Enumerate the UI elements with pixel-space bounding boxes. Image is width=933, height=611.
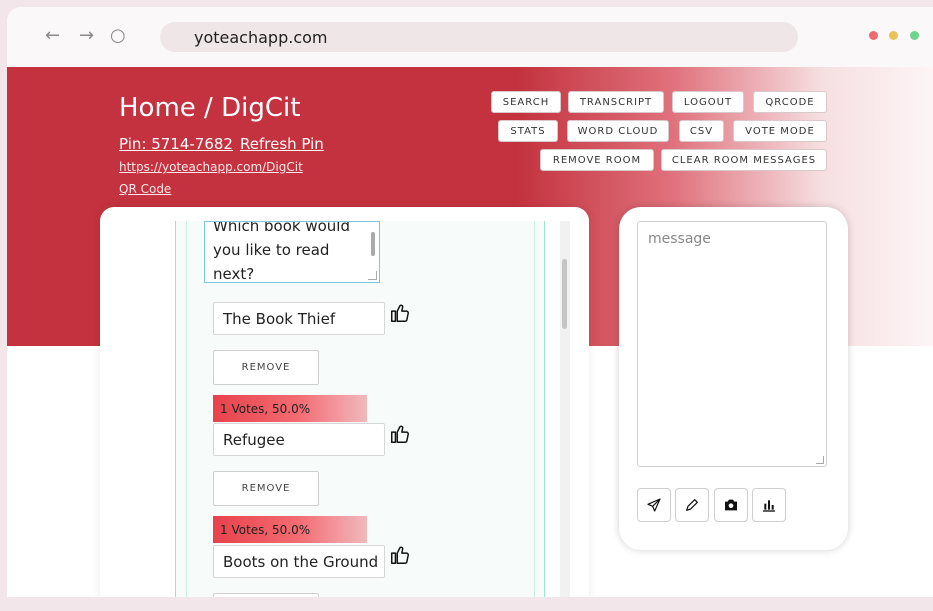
qr-code-link[interactable]: QR Code bbox=[119, 182, 171, 196]
poll-chart-button[interactable] bbox=[752, 488, 786, 522]
browser-toolbar: ← → ○ yoteachapp.com bbox=[7, 7, 933, 67]
window-minimize-dot[interactable] bbox=[889, 31, 898, 40]
poll-panel: Which book would you like to read next? … bbox=[100, 207, 589, 611]
thumbs-up-icon[interactable] bbox=[389, 544, 411, 566]
resize-grip-icon[interactable] bbox=[816, 456, 824, 464]
vote-mode-button[interactable]: VOTE MODE bbox=[733, 120, 827, 142]
qrcode-button[interactable]: QRCODE bbox=[753, 91, 827, 113]
refresh-pin-link[interactable]: Refresh Pin bbox=[240, 135, 324, 153]
remove-option-button[interactable]: REMOVE bbox=[213, 471, 319, 506]
word-cloud-button[interactable]: WORD CLOUD bbox=[567, 120, 669, 142]
poll-option[interactable]: The Book Thief bbox=[213, 302, 385, 335]
divider bbox=[186, 221, 187, 611]
vote-result-bar: 1 Votes, 50.0% bbox=[213, 516, 367, 543]
message-placeholder: message bbox=[648, 231, 711, 247]
page-bottom-edge bbox=[0, 597, 933, 611]
vote-result-bar: 1 Votes, 50.0% bbox=[213, 395, 367, 422]
camera-icon bbox=[725, 499, 737, 511]
remove-room-button[interactable]: REMOVE ROOM bbox=[540, 149, 654, 171]
resize-grip-icon[interactable] bbox=[368, 271, 377, 280]
room-url-link[interactable]: https://yoteachapp.com/DigCit bbox=[119, 160, 303, 174]
address-bar-url: yoteachapp.com bbox=[194, 28, 328, 47]
divider bbox=[534, 221, 535, 611]
pencil-icon bbox=[686, 499, 698, 511]
send-icon bbox=[647, 498, 661, 512]
logout-button[interactable]: LOGOUT bbox=[672, 91, 744, 113]
scrollbar-thumb[interactable] bbox=[562, 259, 567, 329]
stats-button[interactable]: STATS bbox=[498, 120, 558, 142]
csv-button[interactable]: CSV bbox=[679, 120, 724, 142]
window-close-dot[interactable] bbox=[869, 31, 878, 40]
remove-option-button[interactable]: REMOVE bbox=[213, 350, 319, 385]
thumbs-up-icon[interactable] bbox=[389, 423, 411, 445]
poll-option[interactable]: Refugee bbox=[213, 423, 385, 456]
address-bar[interactable]: yoteachapp.com bbox=[160, 22, 798, 52]
chat-panel: message bbox=[619, 207, 848, 550]
forward-arrow-icon[interactable]: → bbox=[79, 25, 94, 47]
thumbs-up-icon[interactable] bbox=[389, 302, 411, 324]
bar-chart-icon bbox=[763, 500, 775, 512]
reload-icon[interactable]: ○ bbox=[110, 25, 126, 47]
page-title: Home / DigCit bbox=[119, 93, 301, 123]
draw-button[interactable] bbox=[675, 488, 709, 522]
poll-question-textarea[interactable]: Which book would you like to read next? bbox=[204, 221, 380, 283]
search-button[interactable]: SEARCH bbox=[491, 91, 561, 113]
back-arrow-icon[interactable]: ← bbox=[45, 25, 60, 47]
room-pin: Pin: 5714-7682 bbox=[119, 135, 233, 153]
poll-option[interactable]: Boots on the Ground bbox=[213, 545, 385, 578]
clear-room-messages-button[interactable]: CLEAR ROOM MESSAGES bbox=[661, 149, 827, 171]
window-maximize-dot[interactable] bbox=[910, 31, 919, 40]
camera-button[interactable] bbox=[714, 488, 748, 522]
textarea-scrollbar[interactable] bbox=[371, 232, 375, 256]
send-button[interactable] bbox=[637, 488, 671, 522]
browser-window: ← → ○ yoteachapp.com Home / DigCit Pin: … bbox=[7, 7, 933, 611]
message-input[interactable]: message bbox=[637, 221, 827, 467]
transcript-button[interactable]: TRANSCRIPT bbox=[568, 91, 664, 113]
poll-question-text: Which book would you like to read next? bbox=[213, 221, 350, 283]
